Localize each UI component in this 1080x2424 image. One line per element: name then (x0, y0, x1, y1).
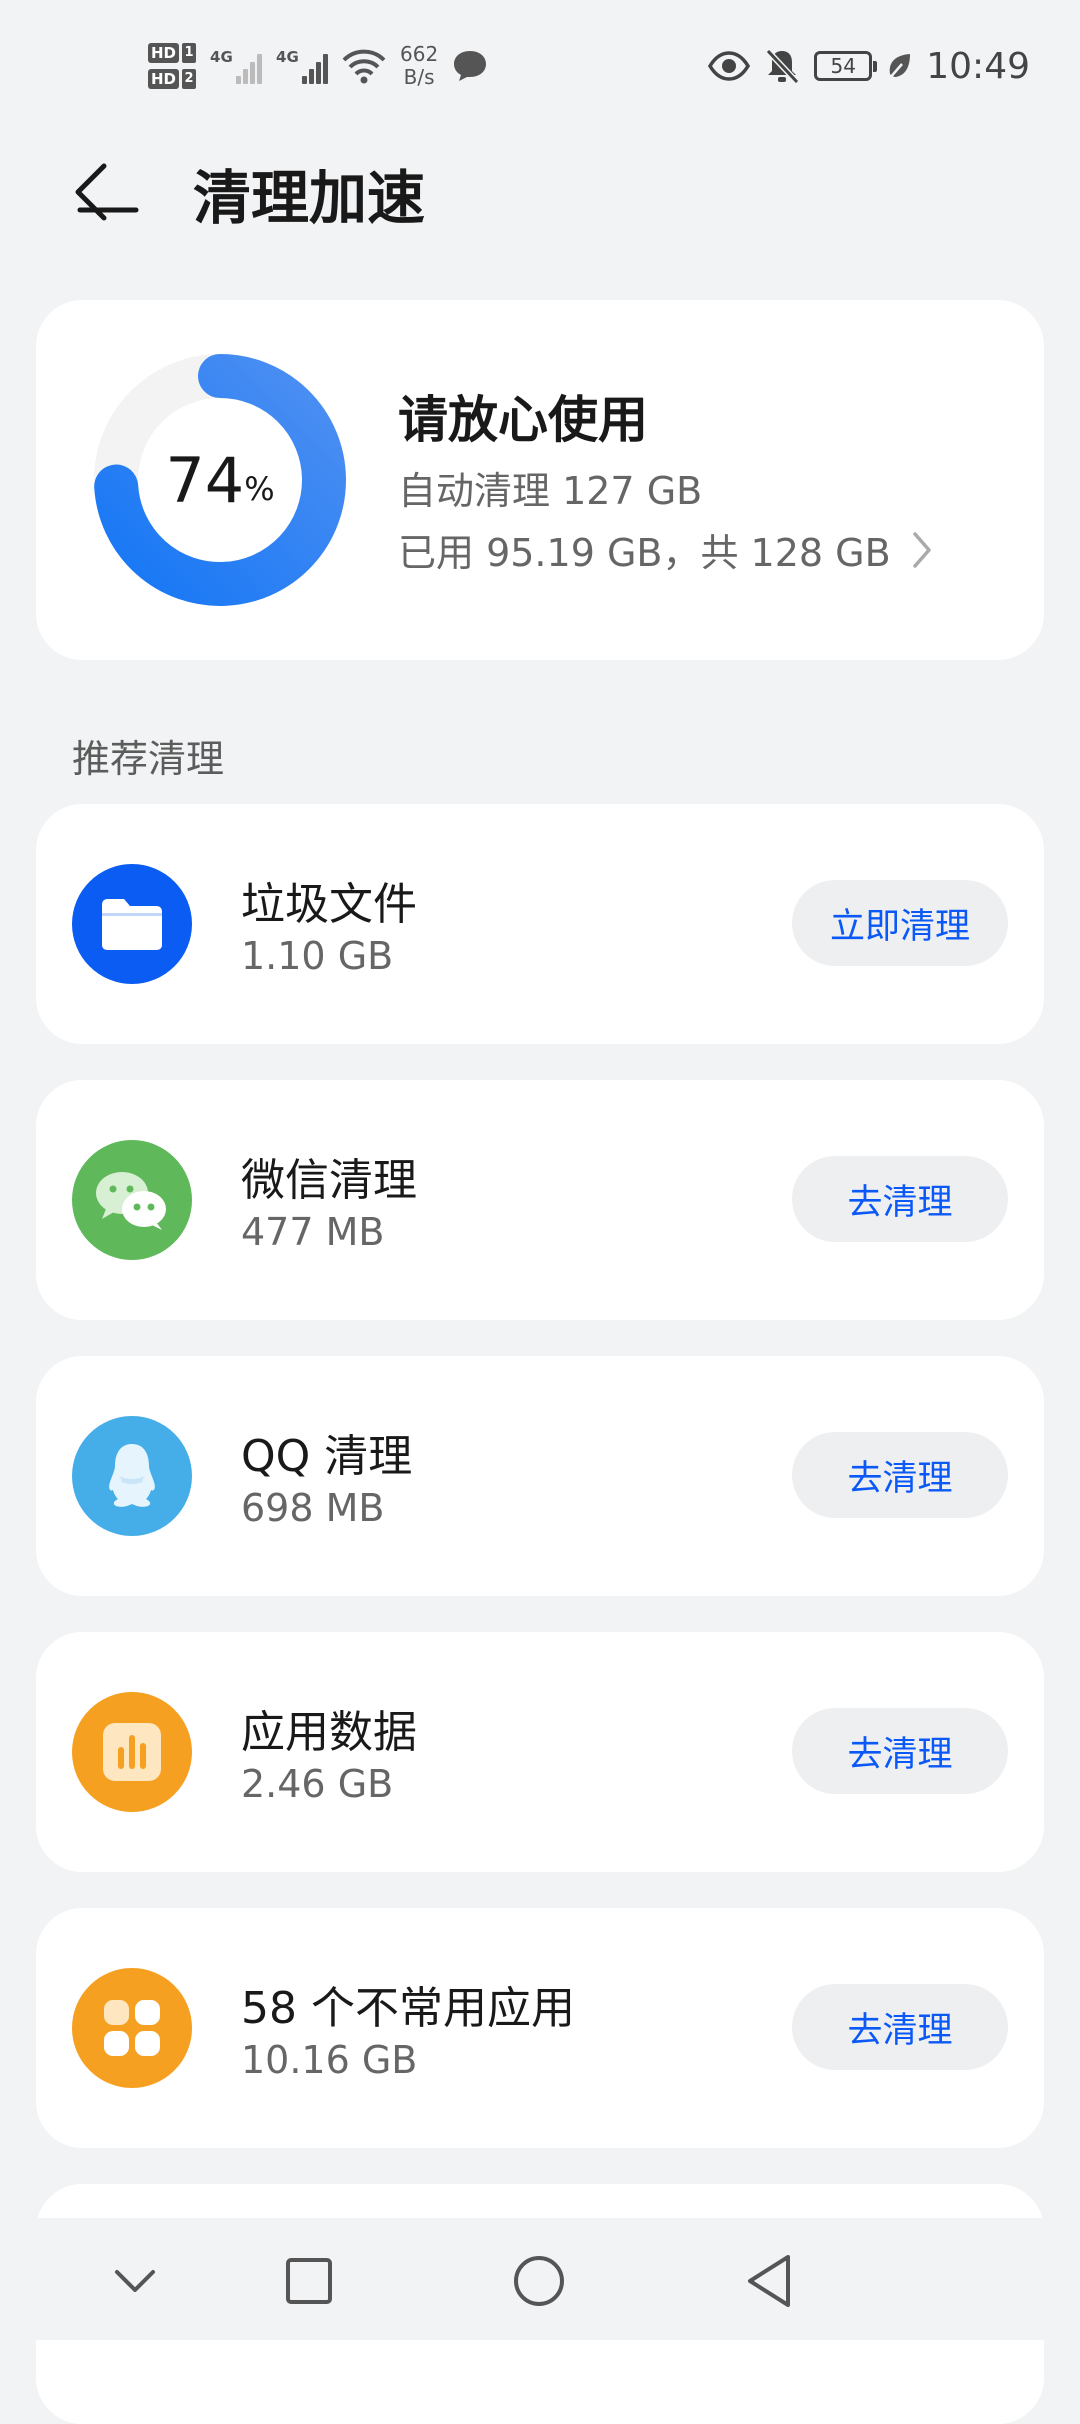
list-item-wechat[interactable]: 微信清理 477 MB 去清理 (36, 1080, 1044, 1320)
sim1-hd-label: HD (148, 43, 180, 63)
item-name: 垃圾文件 (241, 879, 417, 930)
battery-indicator: 54 (814, 51, 878, 81)
list-item-junk-files[interactable]: 垃圾文件 1.10 GB 立即清理 (36, 804, 1044, 1044)
back-button[interactable] (64, 158, 144, 238)
list-item-app-data[interactable]: 应用数据 2.46 GB 去清理 (36, 1632, 1044, 1872)
storage-used-text: 已用 95.19 GB，共 128 GB (398, 531, 891, 575)
chevron-down-icon (115, 2270, 155, 2292)
sim-indicators: HD 1 HD 2 (148, 43, 197, 89)
sim2-number: 2 (182, 69, 197, 89)
go-clean-button[interactable]: 去清理 (792, 1156, 1008, 1242)
network-speed-value: 662 (400, 42, 439, 66)
item-name: 应用数据 (241, 1707, 417, 1758)
signal-2-icon: 4G (276, 48, 329, 84)
storage-used-total: 已用 95.19 GB，共 128 GB (398, 522, 933, 577)
clock: 10:49 (926, 45, 1030, 87)
signal-1-net-label: 4G (210, 48, 233, 66)
item-name: 微信清理 (241, 1155, 417, 1206)
item-size: 10.16 GB (241, 2038, 418, 2082)
usage-percent-unit: % (244, 470, 275, 508)
system-nav-bar (0, 2218, 1080, 2340)
auto-clean-info: 自动清理 127 GB (398, 469, 703, 513)
item-size: 477 MB (241, 1210, 385, 1254)
sim2-hd-label: HD (148, 69, 180, 89)
apps-grid-icon (72, 1968, 192, 2088)
bell-muted-icon (766, 48, 800, 85)
arrow-left-icon (75, 163, 139, 221)
bar-chart-icon (72, 1692, 192, 1812)
page-title: 清理加速 (193, 164, 426, 232)
sim1-number: 1 (182, 43, 197, 63)
usage-percent-value: 74 (165, 443, 245, 517)
nav-recents-button[interactable] (274, 2246, 344, 2316)
item-name: 58 个不常用应用 (241, 1983, 575, 2034)
eye-icon (708, 51, 751, 81)
message-bubble-icon (454, 51, 487, 81)
signal-2-net-label: 4G (276, 48, 299, 66)
storage-status: 请放心使用 (398, 391, 648, 449)
wifi-icon (342, 49, 386, 84)
network-speed-unit: B/s (403, 65, 435, 89)
page-header: 清理加速 (0, 140, 1080, 250)
go-clean-button[interactable]: 去清理 (792, 1432, 1008, 1518)
nav-collapse-button[interactable] (100, 2246, 170, 2316)
circle-icon (514, 2256, 564, 2306)
list-item-qq[interactable]: QQ 清理 698 MB 去清理 (36, 1356, 1044, 1596)
list-item-unused-apps[interactable]: 58 个不常用应用 10.16 GB 去清理 (36, 1908, 1044, 2148)
status-bar: HD 1 HD 2 4G 4G 662 B/s 54 10:49 (0, 0, 1080, 130)
signal-1-icon: 4G (210, 48, 263, 84)
folder-icon (72, 864, 192, 984)
clean-now-button[interactable]: 立即清理 (792, 880, 1008, 966)
chevron-right-icon (912, 531, 931, 568)
usage-percent: 74 % (90, 350, 350, 610)
storage-summary-card[interactable]: 74 % 请放心使用 自动清理 127 GB 已用 95.19 GB，共 128… (36, 300, 1044, 660)
square-icon (286, 2258, 332, 2304)
item-size: 698 MB (241, 1486, 385, 1530)
wechat-icon (72, 1140, 192, 1260)
qq-penguin-icon (72, 1416, 192, 1536)
item-size: 2.46 GB (241, 1762, 394, 1806)
go-clean-button[interactable]: 去清理 (792, 1984, 1008, 2070)
nav-back-button[interactable] (734, 2246, 804, 2316)
network-speed: 662 B/s (400, 43, 438, 89)
item-size: 1.10 GB (241, 934, 394, 978)
leaf-icon (888, 54, 911, 80)
nav-home-button[interactable] (504, 2246, 574, 2316)
go-clean-button[interactable]: 去清理 (792, 1708, 1008, 1794)
item-name: QQ 清理 (241, 1431, 413, 1482)
section-title: 推荐清理 (72, 737, 225, 781)
triangle-back-icon (748, 2255, 790, 2307)
